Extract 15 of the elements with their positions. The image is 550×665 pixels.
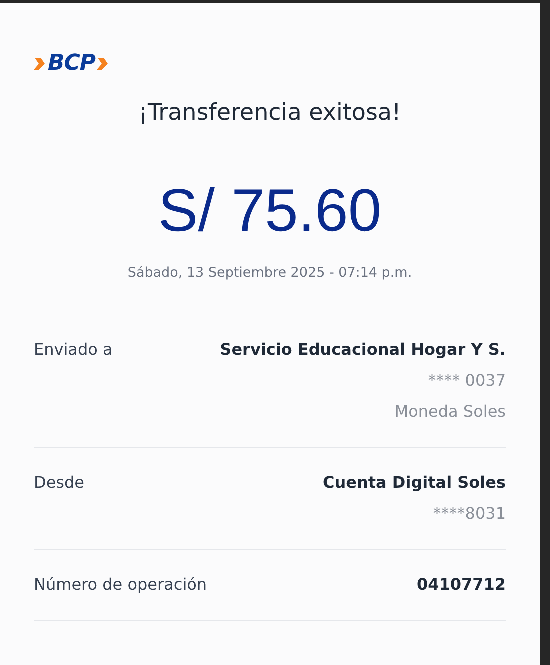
bank-logo: BCP xyxy=(34,51,110,77)
detail-label: Número de operación xyxy=(34,574,208,596)
detail-value: ****8031 xyxy=(433,503,506,526)
detail-label: Enviado a xyxy=(34,339,113,362)
detail-value: Cuenta Digital Soles xyxy=(323,472,506,494)
amount-text: S/ 75.60 xyxy=(158,177,382,245)
detail-label: Desde xyxy=(34,472,84,494)
detail-value: Moneda Soles xyxy=(394,401,506,424)
detail-value: 04107712 xyxy=(416,574,506,596)
detail-value: Servicio Educacional Hogar Y S. xyxy=(220,339,506,362)
chevron-icon xyxy=(34,56,46,72)
date-text: Sábado, 13 Septiembre 2025 - 07:14 p.m. xyxy=(128,264,412,283)
detail-value: **** 0037 xyxy=(428,370,506,392)
success-title: ¡Transferencia exitosa! xyxy=(138,99,402,128)
chevron-icon xyxy=(97,56,110,72)
